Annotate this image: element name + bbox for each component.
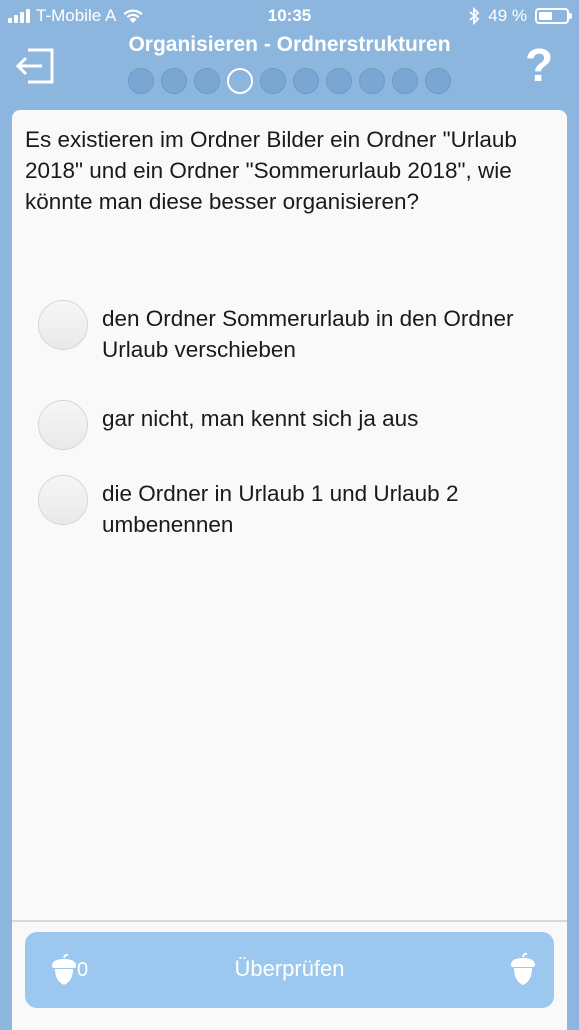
radio-button[interactable] [38, 300, 88, 350]
progress-dot [359, 68, 385, 94]
battery-percent: 49 % [488, 6, 527, 25]
acorn-icon [511, 952, 535, 985]
radio-button[interactable] [38, 475, 88, 525]
progress-dot [425, 68, 451, 94]
answer-option-3[interactable]: die Ordner in Urlaub 1 und Urlaub 2 umbe… [38, 475, 548, 540]
answer-label: den Ordner Sommerurlaub in den Ordner Ur… [102, 306, 514, 362]
divider [12, 920, 567, 922]
answer-option-1[interactable]: den Ordner Sommerurlaub in den Ordner Ur… [38, 300, 548, 365]
check-button[interactable]: 0 Überprüfen [25, 932, 554, 1008]
answer-label: die Ordner in Urlaub 1 und Urlaub 2 umbe… [102, 481, 459, 537]
radio-button[interactable] [38, 400, 88, 450]
question-text: Es existieren im Ordner Bilder ein Ordne… [25, 127, 517, 214]
answer-option-2[interactable]: gar nicht, man kennt sich ja aus [38, 400, 548, 450]
progress-indicator [0, 68, 579, 94]
question-card: Es existieren im Ordner Bilder ein Ordne… [12, 110, 567, 1030]
status-bar: T-Mobile A 10:35 49 % [0, 0, 579, 34]
progress-dot [161, 68, 187, 94]
progress-dot [293, 68, 319, 94]
battery-fill [539, 12, 553, 20]
page-title: Organisieren - Ordnerstrukturen [128, 33, 451, 56]
progress-dot [260, 68, 286, 94]
answer-label: gar nicht, man kennt sich ja aus [102, 406, 419, 431]
progress-dot [194, 68, 220, 94]
progress-dot [392, 68, 418, 94]
progress-dot [326, 68, 352, 94]
battery-icon [535, 8, 572, 24]
status-right: 49 % [468, 6, 572, 26]
bluetooth-icon [469, 7, 480, 25]
progress-dot [128, 68, 154, 94]
check-button-label: Überprüfen [234, 956, 345, 981]
progress-dot-current [227, 68, 253, 94]
